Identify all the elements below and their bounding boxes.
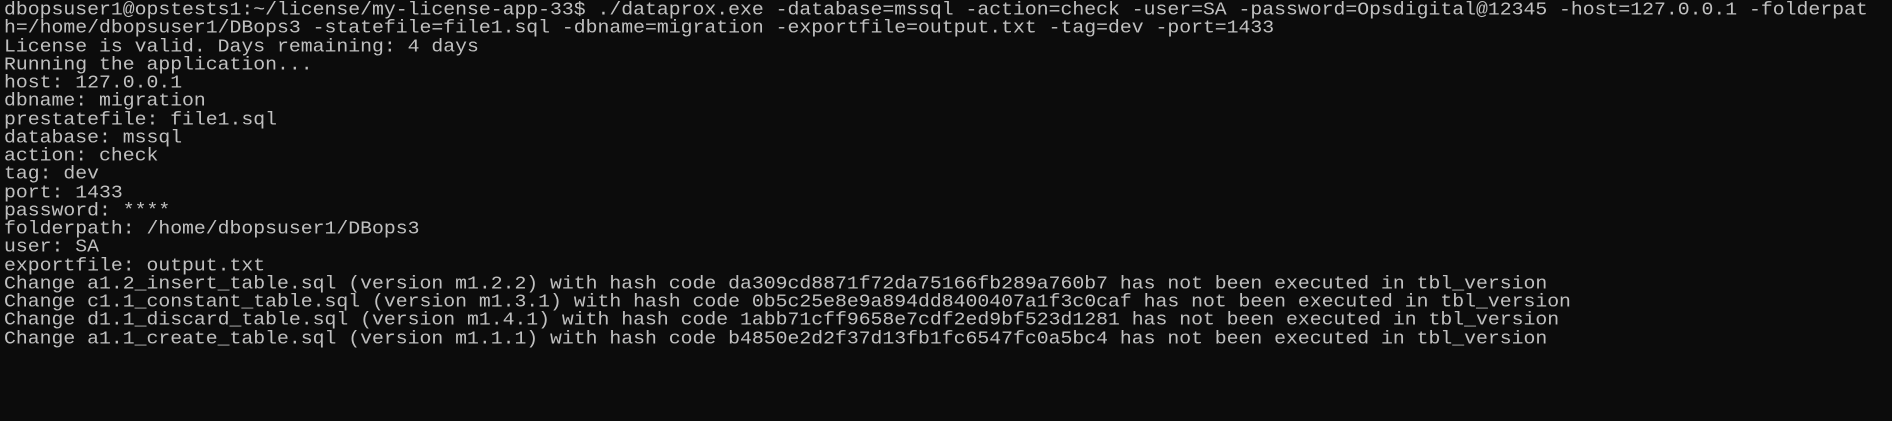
change-line: Change a1.1_create_table.sql (version m1…	[4, 327, 1548, 349]
command-line: dbopsuser1@opstests1:~/license/my-licens…	[4, 0, 1868, 20]
running-status: Running the application...	[4, 53, 313, 75]
output-user: user: SA	[4, 236, 99, 258]
change-line: Change d1.1_discard_table.sql (version m…	[4, 309, 1560, 331]
output-database: database: mssql	[4, 126, 183, 148]
change-line: Change c1.1_constant_table.sql (version …	[4, 291, 1571, 312]
output-dbname: dbname: migration	[4, 90, 206, 112]
output-action: action: check	[4, 145, 159, 166]
output-exportfile: exportfile: output.txt	[4, 254, 266, 276]
output-password: password: ****	[4, 199, 171, 221]
output-prestatefile: prestatefile: file1.sql	[4, 108, 278, 130]
output-tag: tag: dev	[4, 163, 99, 185]
output-folderpath: folderpath: /home/dbopsuser1/DBops3	[4, 218, 420, 239]
output-port: port: 1433	[4, 181, 123, 203]
command-line-wrap: h=/home/dbopsuser1/DBops3 -statefile=fil…	[4, 17, 1275, 39]
terminal-window[interactable]: dbopsuser1@opstests1:~/license/my-licens…	[0, 0, 1892, 421]
license-status: License is valid. Days remaining: 4 days	[4, 35, 479, 57]
change-line: Change a1.2_insert_table.sql (version m1…	[4, 272, 1548, 294]
output-host: host: 127.0.0.1	[4, 72, 183, 93]
